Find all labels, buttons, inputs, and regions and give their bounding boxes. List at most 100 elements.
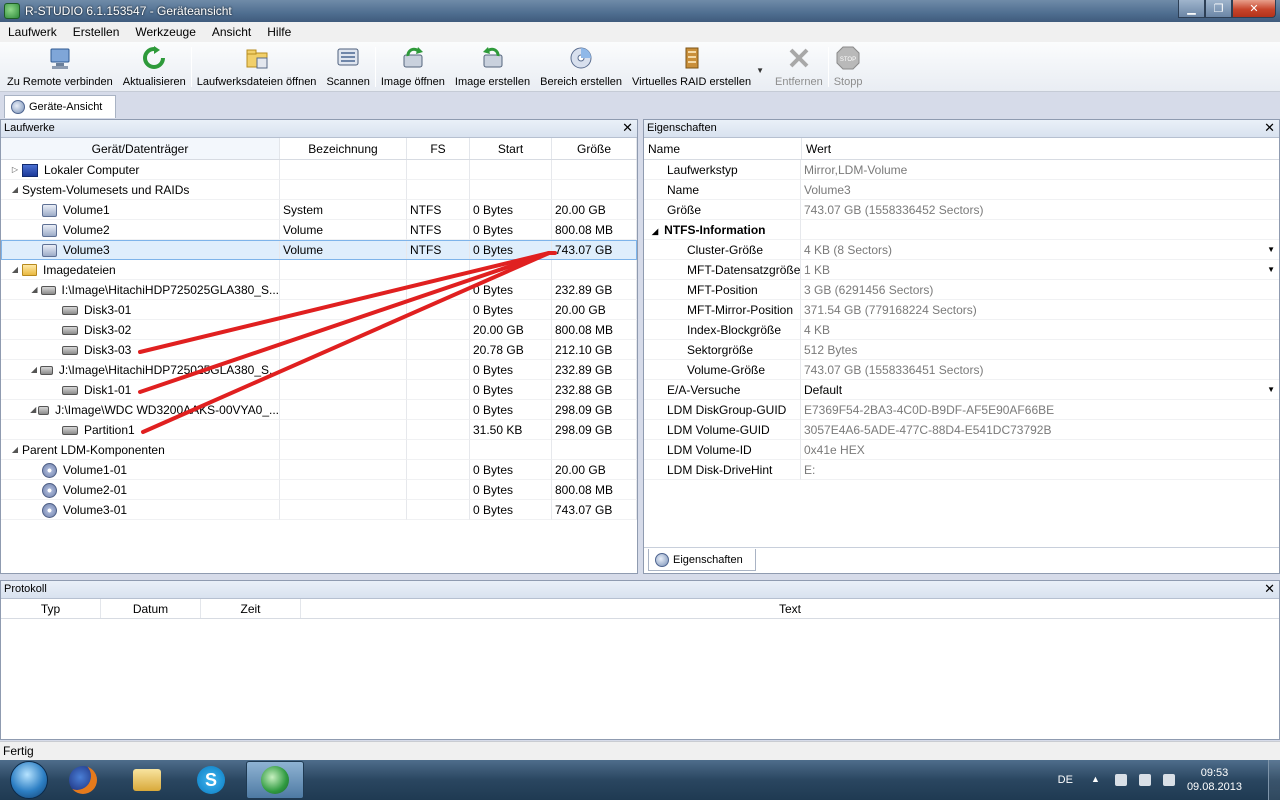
- column-value[interactable]: Wert: [802, 138, 1279, 159]
- property-value[interactable]: 4 KB (8 Sectors) ▼: [801, 240, 1279, 260]
- menu-werkzeuge[interactable]: Werkzeuge: [127, 22, 203, 42]
- drive-row[interactable]: Volume3-01 0 Bytes 743.07 GB: [1, 500, 637, 520]
- close-icon[interactable]: ✕: [622, 120, 633, 136]
- open-image-button[interactable]: Image öffnen: [376, 42, 450, 90]
- taskbar-skype[interactable]: S: [182, 761, 240, 799]
- maximize-button[interactable]: ❐: [1205, 0, 1232, 18]
- column-time[interactable]: Zeit: [201, 599, 301, 618]
- drive-row[interactable]: Disk1-01 0 Bytes 232.88 GB: [1, 380, 637, 400]
- property-row[interactable]: LDM DiskGroup-GUID E7369F54-2BA3-4C0D-B9D…: [644, 400, 1279, 420]
- drive-row[interactable]: Volume1 System NTFS 0 Bytes 20.00 GB: [1, 200, 637, 220]
- drive-row[interactable]: ◢ System-Volumesets und RAIDs: [1, 180, 637, 200]
- show-desktop-button[interactable]: [1268, 760, 1280, 800]
- column-type[interactable]: Typ: [1, 599, 101, 618]
- expand-toggle-icon[interactable]: ◢: [30, 400, 36, 419]
- property-row[interactable]: Sektorgröße 512 Bytes: [644, 340, 1279, 360]
- drive-row[interactable]: Volume2 Volume NTFS 0 Bytes 800.08 MB: [1, 220, 637, 240]
- minimize-button[interactable]: ▁: [1178, 0, 1205, 18]
- drive-name: Disk3-02: [84, 323, 132, 337]
- property-row[interactable]: LDM Disk-DriveHint E:: [644, 460, 1279, 480]
- refresh-button[interactable]: Aktualisieren: [118, 42, 191, 90]
- close-icon[interactable]: ✕: [1264, 120, 1275, 136]
- expand-toggle-icon[interactable]: ◢: [10, 440, 20, 459]
- close-button[interactable]: ✕: [1232, 0, 1276, 18]
- property-row[interactable]: Volume-Größe 743.07 GB (1558336451 Sector…: [644, 360, 1279, 380]
- taskbar-rstudio[interactable]: [246, 761, 304, 799]
- expand-toggle-icon[interactable]: ◢: [10, 260, 20, 279]
- expand-toggle-icon[interactable]: ▷: [10, 160, 20, 179]
- dropdown-arrow-icon[interactable]: ▼: [1267, 240, 1275, 260]
- stop-button[interactable]: STOP Stopp: [829, 42, 868, 90]
- drive-row[interactable]: ◢ Imagedateien: [1, 260, 637, 280]
- drive-cell-label: [280, 260, 407, 280]
- expand-toggle-icon[interactable]: ◢: [30, 360, 38, 379]
- close-icon[interactable]: ✕: [1264, 581, 1275, 597]
- expand-toggle-icon[interactable]: ◢: [30, 280, 39, 299]
- remote-connect-button[interactable]: Zu Remote verbinden: [2, 42, 118, 90]
- property-row[interactable]: Cluster-Größe 4 KB (8 Sectors) ▼: [644, 240, 1279, 260]
- property-row[interactable]: E/A-Versuche Default ▼: [644, 380, 1279, 400]
- column-fs[interactable]: FS: [407, 138, 470, 159]
- property-row[interactable]: MFT-Datensatzgröße 1 KB ▼: [644, 260, 1279, 280]
- create-image-button[interactable]: Image erstellen: [450, 42, 535, 90]
- menu-hilfe[interactable]: Hilfe: [259, 22, 299, 42]
- dropdown-arrow-icon[interactable]: ▼: [1267, 260, 1275, 280]
- property-name: LDM DiskGroup-GUID: [644, 400, 801, 420]
- expand-toggle-icon[interactable]: ◢: [10, 180, 20, 199]
- column-text[interactable]: Text: [301, 599, 1279, 618]
- property-row[interactable]: Name Volume3: [644, 180, 1279, 200]
- tab-properties[interactable]: Eigenschaften: [648, 549, 756, 571]
- drive-row[interactable]: Volume2-01 0 Bytes 800.08 MB: [1, 480, 637, 500]
- property-row[interactable]: LDM Volume-ID 0x41e HEX: [644, 440, 1279, 460]
- drive-row[interactable]: Partition1 31.50 KB 298.09 GB: [1, 420, 637, 440]
- menu-ansicht[interactable]: Ansicht: [204, 22, 259, 42]
- drive-row[interactable]: ◢ I:\Image\HitachiHDP725025GLA380_S... 0 B…: [1, 280, 637, 300]
- column-name[interactable]: Name: [644, 138, 802, 159]
- tray-expand-icon[interactable]: ▲: [1091, 774, 1103, 786]
- remove-button[interactable]: Entfernen: [770, 42, 828, 90]
- taskbar-explorer[interactable]: [118, 761, 176, 799]
- drive-row[interactable]: Volume1-01 0 Bytes 20.00 GB: [1, 460, 637, 480]
- taskbar-firefox[interactable]: [54, 761, 112, 799]
- raid-dropdown-arrow-icon[interactable]: ▼: [756, 42, 770, 75]
- property-row[interactable]: LDM Volume-GUID 3057E4A6-5ADE-477C-88D4-E…: [644, 420, 1279, 440]
- drive-row[interactable]: Disk3-02 20.00 GB 800.08 MB: [1, 320, 637, 340]
- dropdown-arrow-icon[interactable]: ▼: [1267, 380, 1275, 400]
- drive-row[interactable]: ◢ J:\Image\WDC WD3200AAKS-00VYA0_... 0 Byt…: [1, 400, 637, 420]
- column-date[interactable]: Datum: [101, 599, 201, 618]
- property-row[interactable]: Größe 743.07 GB (1558336452 Sectors): [644, 200, 1279, 220]
- drive-row[interactable]: Disk3-03 20.78 GB 212.10 GB: [1, 340, 637, 360]
- column-start[interactable]: Start: [470, 138, 552, 159]
- property-row[interactable]: Laufwerkstyp Mirror,LDM-Volume: [644, 160, 1279, 180]
- property-row[interactable]: MFT-Position 3 GB (6291456 Sectors): [644, 280, 1279, 300]
- drive-row[interactable]: ▷ Lokaler Computer: [1, 160, 637, 180]
- property-group[interactable]: ◢ NTFS-Information: [644, 220, 1279, 240]
- drive-row[interactable]: ◢ Parent LDM-Komponenten: [1, 440, 637, 460]
- expand-toggle-icon[interactable]: ◢: [652, 227, 658, 236]
- tab-device-view[interactable]: Geräte-Ansicht: [4, 95, 116, 118]
- property-row[interactable]: MFT-Mirror-Position 371.54 GB (779168224 …: [644, 300, 1279, 320]
- flag-icon[interactable]: [1162, 774, 1175, 786]
- column-device[interactable]: Gerät/Datenträger: [1, 138, 280, 159]
- column-label[interactable]: Bezeichnung: [280, 138, 407, 159]
- menu-erstellen[interactable]: Erstellen: [65, 22, 128, 42]
- language-indicator[interactable]: DE: [1058, 774, 1073, 786]
- drive-cell-device: Volume2: [1, 220, 280, 240]
- property-row[interactable]: Index-Blockgröße 4 KB: [644, 320, 1279, 340]
- volume-icon[interactable]: [1138, 774, 1151, 786]
- create-region-button[interactable]: Bereich erstellen: [535, 42, 627, 90]
- column-size[interactable]: Größe: [552, 138, 637, 159]
- open-drive-files-button[interactable]: Laufwerksdateien öffnen: [192, 42, 322, 90]
- drive-row[interactable]: Disk3-01 0 Bytes 20.00 GB: [1, 300, 637, 320]
- clock[interactable]: 09:53 09.08.2013: [1187, 766, 1242, 794]
- drive-cell-device: Volume1: [1, 200, 280, 220]
- property-value[interactable]: Default ▼: [801, 380, 1279, 400]
- start-button[interactable]: [10, 761, 48, 799]
- scan-button[interactable]: Scannen: [321, 42, 374, 90]
- create-virtual-raid-button[interactable]: Virtuelles RAID erstellen: [627, 42, 756, 90]
- property-value[interactable]: 1 KB ▼: [801, 260, 1279, 280]
- drive-row[interactable]: Volume3 Volume NTFS 0 Bytes 743.07 GB: [1, 240, 637, 260]
- menu-laufwerk[interactable]: Laufwerk: [0, 22, 65, 42]
- drive-row[interactable]: ◢ J:\Image\HitachiHDP725025GLA380_S... 0 B…: [1, 360, 637, 380]
- network-icon[interactable]: [1114, 774, 1127, 786]
